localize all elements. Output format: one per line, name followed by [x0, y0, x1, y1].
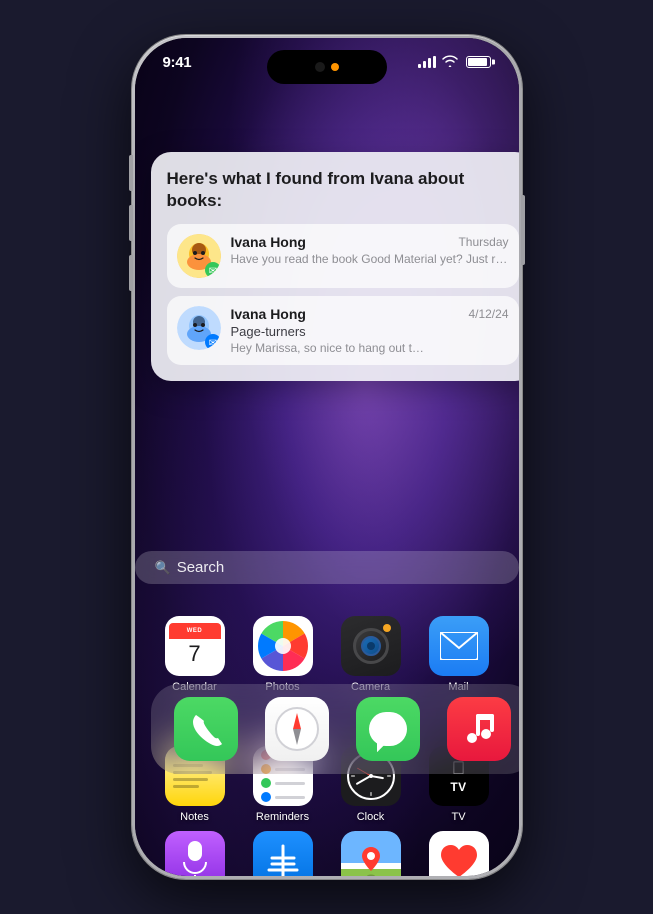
di-indicator [331, 63, 339, 71]
home-screen: 9:41 [135, 38, 519, 876]
svg-text:✉: ✉ [208, 266, 216, 277]
app-appstore[interactable]: App Store [247, 831, 319, 876]
app-podcasts[interactable]: Podcasts [159, 831, 231, 876]
message-item-1[interactable]: ✉ Ivana Hong Thursday Have you read the … [167, 224, 519, 288]
dock [151, 684, 519, 774]
search-bar[interactable]: 🔍 Search [135, 551, 519, 584]
msg-preview-2: Hey Marissa, so nice to hang out t… [231, 341, 509, 355]
msg-date-2: 4/12/24 [468, 307, 508, 321]
siri-title: Here's what I found from Ivana about boo… [167, 168, 519, 212]
app-photos[interactable]: Photos [247, 616, 319, 693]
dynamic-island[interactable] [267, 50, 387, 84]
avatar-1: ✉ [177, 234, 221, 278]
msg-content-1: Ivana Hong Thursday Have you read the bo… [231, 234, 509, 266]
search-text: Search [177, 559, 225, 576]
dock-messages[interactable] [356, 697, 420, 761]
app-maps[interactable]: Maps [335, 831, 407, 876]
battery-icon [466, 56, 491, 68]
msg-sender-1: Ivana Hong [231, 234, 306, 250]
status-time: 9:41 [163, 54, 192, 71]
top-app-row: WED 7 Calendar [135, 616, 519, 693]
status-icons [418, 54, 491, 70]
signal-icon [418, 56, 436, 68]
di-camera [315, 62, 325, 72]
dock-safari[interactable] [265, 697, 329, 761]
msg-preview-1: Have you read the book Good Material yet… [231, 252, 509, 266]
dock-music[interactable] [447, 697, 511, 761]
app-clock-label: Clock [357, 811, 385, 823]
msg-subtitle-2: Page-turners [231, 324, 509, 339]
app-health[interactable]: Health [423, 831, 495, 876]
siri-card[interactable]: Here's what I found from Ivana about boo… [151, 152, 519, 381]
svg-text:✉: ✉ [208, 338, 216, 349]
app-row-2: Podcasts App Store [151, 831, 503, 876]
app-camera[interactable]: Camera [335, 616, 407, 693]
app-tv-label: TV [451, 811, 465, 823]
search-icon: 🔍 [155, 560, 171, 576]
app-notes-label: Notes [180, 811, 209, 823]
phone-screen: 9:41 [135, 38, 519, 876]
msg-date-1: Thursday [458, 235, 508, 249]
phone-frame: 9:41 [132, 35, 522, 879]
app-calendar[interactable]: WED 7 Calendar [159, 616, 231, 693]
dock-phone[interactable] [174, 697, 238, 761]
app-mail[interactable]: Mail [423, 616, 495, 693]
avatar-2: ✉ [177, 306, 221, 350]
app-reminders-label: Reminders [256, 811, 309, 823]
message-item-2[interactable]: ✉ Ivana Hong 4/12/24 Page-turners Hey Ma… [167, 296, 519, 365]
msg-sender-2: Ivana Hong [231, 306, 306, 322]
msg-content-2: Ivana Hong 4/12/24 Page-turners Hey Mari… [231, 306, 509, 355]
wifi-icon [442, 54, 458, 70]
